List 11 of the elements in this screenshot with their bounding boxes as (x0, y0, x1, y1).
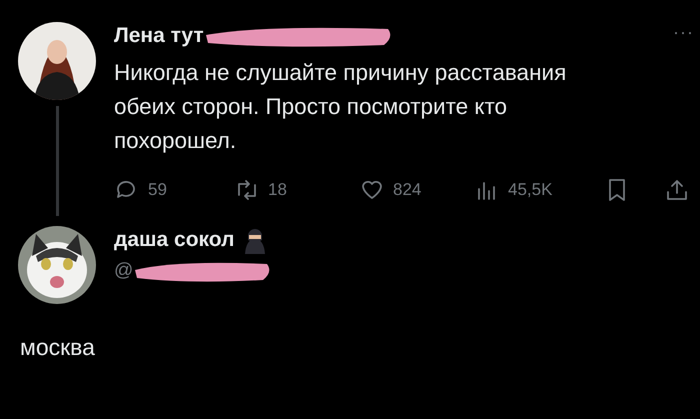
author-name[interactable]: Лена тут (114, 24, 204, 48)
author-handle[interactable]: @ (114, 260, 134, 282)
reply-button[interactable]: 59 (114, 177, 234, 203)
tweet-text: Никогда не слушайте причину расставания обеих сторон. Просто посмотрите кто похорошел. (114, 59, 568, 155)
views-button[interactable]: 45,5K (474, 177, 604, 203)
like-button[interactable]: 824 (359, 177, 474, 203)
retweet-button[interactable]: 18 (234, 177, 359, 203)
author-name[interactable]: даша сокол (114, 228, 234, 252)
share-icon (664, 177, 690, 203)
more-button[interactable]: ··· (673, 22, 694, 43)
reply-text: москва (19, 333, 96, 361)
